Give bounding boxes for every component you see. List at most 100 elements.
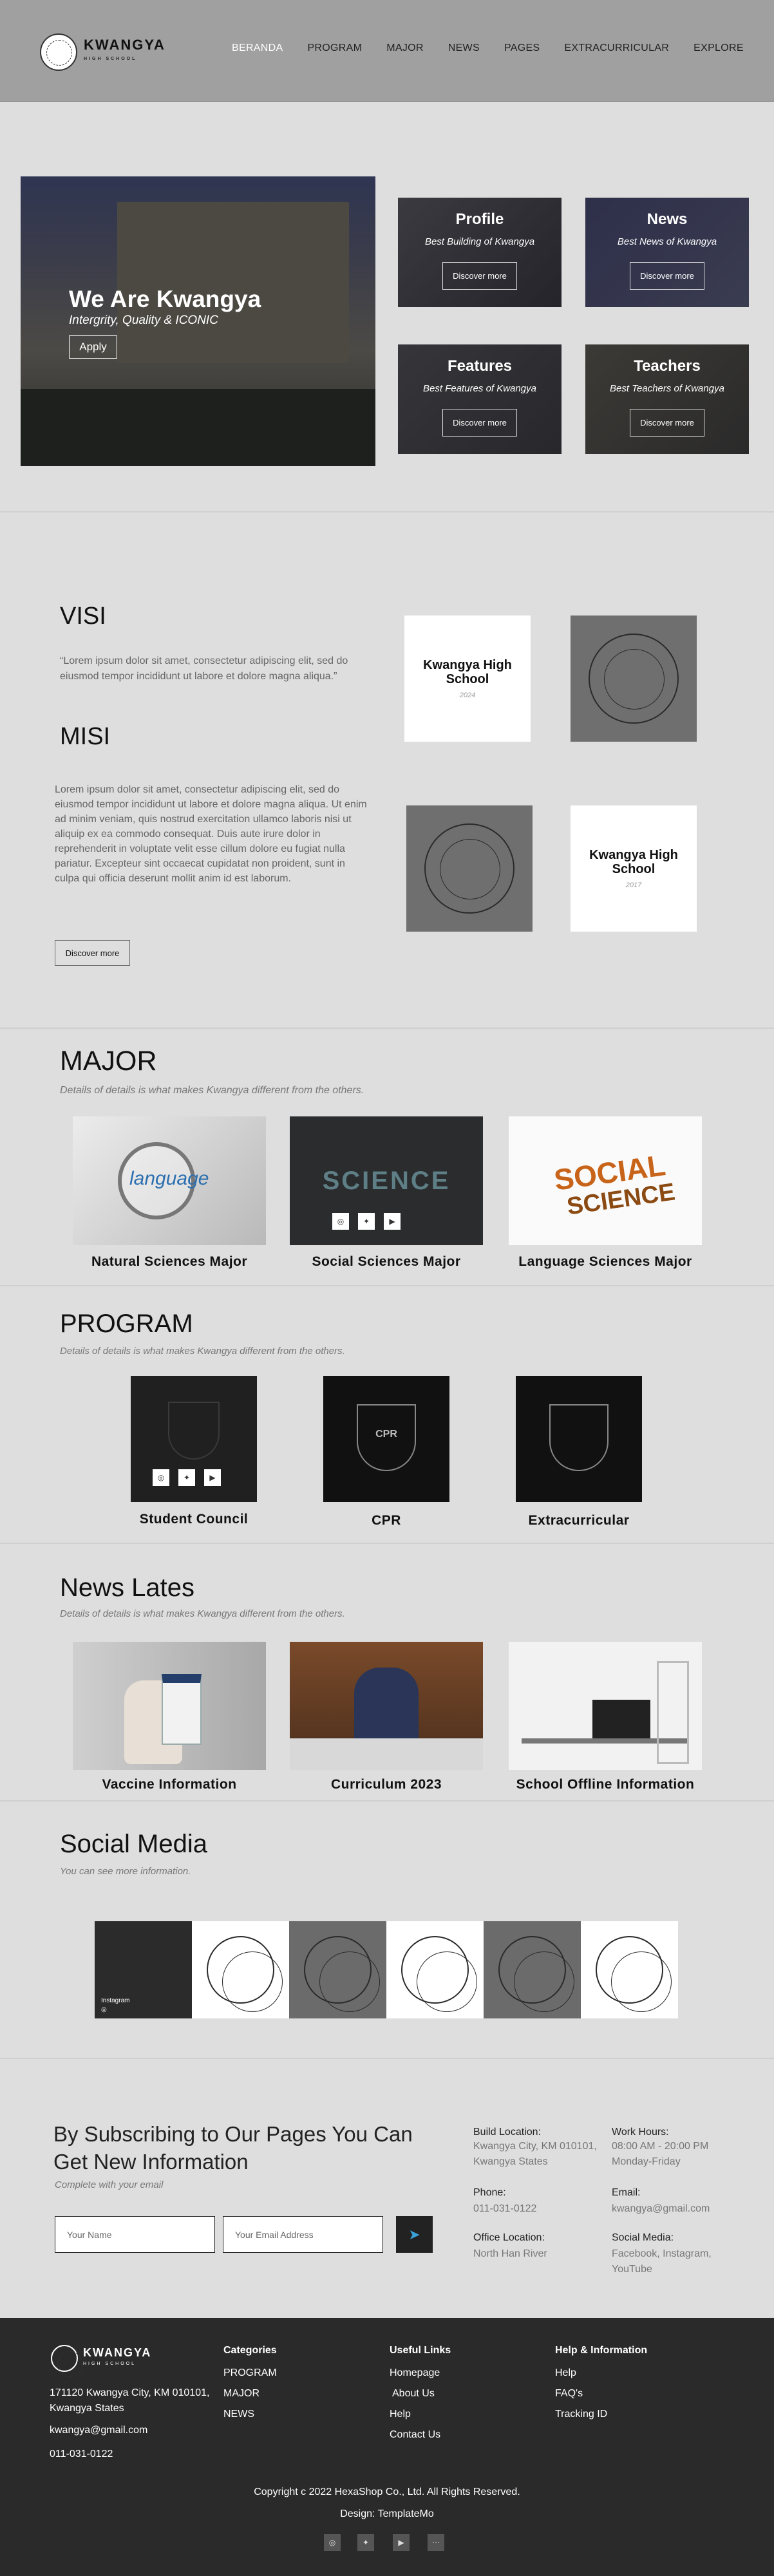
major-label[interactable]: Language Sciences Major	[509, 1254, 702, 1270]
info-label: Phone:	[473, 2187, 506, 2198]
visi-title: VISI	[60, 603, 106, 630]
card-title: Features	[447, 357, 513, 375]
nav-extracurricular[interactable]: EXTRACURRICULAR	[564, 42, 669, 54]
discover-more-button[interactable]: Discover more	[630, 262, 704, 290]
footer-link[interactable]: Homepage	[390, 2363, 440, 2383]
discover-more-button[interactable]: Discover more	[442, 409, 517, 437]
youtube-icon[interactable]: ▶	[384, 1213, 401, 1230]
hero-banner: We Are Kwangya Intergrity, Quality & ICO…	[21, 176, 375, 466]
brand-name: KWANGYA	[83, 2346, 152, 2359]
nav-major[interactable]: MAJOR	[386, 42, 424, 54]
twitter-icon[interactable]: ✦	[358, 1213, 375, 1230]
info-value: Kwangya City, KM 010101, Kwangya States	[473, 2141, 597, 2167]
footer-link[interactable]: Tracking ID	[555, 2404, 607, 2425]
footer-link[interactable]: About Us	[390, 2383, 440, 2404]
student-council-image[interactable]: ◎ ✦ ▶	[131, 1376, 257, 1502]
major-label[interactable]: Social Sciences Major	[290, 1254, 483, 1270]
footer-link[interactable]: FAQ's	[555, 2383, 607, 2404]
footer-email[interactable]: kwangya@gmail.com	[50, 2425, 147, 2436]
monitor-shape	[592, 1700, 650, 1738]
program-section: PROGRAM Details of details is what makes…	[0, 1288, 774, 1544]
science-word: SCIENCE	[322, 1167, 451, 1195]
natural-sciences-image[interactable]: language	[73, 1116, 266, 1245]
social-tile[interactable]	[386, 1921, 484, 2018]
program-label[interactable]: CPR	[323, 1513, 449, 1528]
nav-pages[interactable]: PAGES	[504, 42, 540, 54]
nav-explore[interactable]: EXPLORE	[694, 42, 744, 54]
send-button[interactable]: ➤	[396, 2216, 433, 2253]
tile-year: 2024	[459, 691, 476, 699]
visi-misi-section: VISI “Lorem ipsum dolor sit amet, consec…	[0, 514, 774, 1029]
school-emblem-tile	[406, 805, 533, 932]
twitter-icon[interactable]: ✦	[357, 2534, 374, 2551]
school-emblem-icon	[596, 1936, 672, 2012]
social-sciences-image[interactable]: SCIENCE ◎ ✦ ▶	[290, 1116, 483, 1245]
shield-icon	[168, 1402, 220, 1460]
youtube-icon[interactable]: ▶	[204, 1469, 221, 1486]
school-offline-image[interactable]	[509, 1642, 702, 1770]
footer-link[interactable]: Help	[555, 2363, 607, 2383]
card-title: Profile	[455, 211, 504, 228]
info-label: Office Location:	[473, 2232, 545, 2243]
school-emblem-icon	[401, 1936, 477, 2012]
social-tile[interactable]	[192, 1921, 289, 2018]
footer-col-title: Help & Information	[555, 2345, 648, 2356]
major-label[interactable]: Natural Sciences Major	[73, 1254, 266, 1270]
news-label[interactable]: School Offline Information	[509, 1777, 702, 1792]
discover-more-button[interactable]: Discover more	[442, 262, 517, 290]
social-tile[interactable]	[289, 1921, 386, 2018]
youtube-icon[interactable]: ▶	[393, 2534, 410, 2551]
school-tile-2024: Kwangya High School 2024	[404, 616, 531, 742]
instagram-icon[interactable]: ◎	[332, 1213, 349, 1230]
footer-link[interactable]: Help	[390, 2404, 440, 2425]
twitter-icon[interactable]: ✦	[178, 1469, 195, 1486]
nav-news[interactable]: NEWS	[448, 42, 480, 54]
social-tile[interactable]: Instagram ◎	[95, 1921, 192, 2018]
logo[interactable]: KWANGYA HIGH SCHOOL	[40, 33, 165, 71]
footer-link[interactable]: NEWS	[223, 2404, 277, 2425]
news-label[interactable]: Curriculum 2023	[290, 1777, 483, 1792]
instagram-icon[interactable]: ◎	[153, 1469, 169, 1486]
major-title: MAJOR	[60, 1046, 157, 1076]
card-features: Features Best Features of Kwangya Discov…	[398, 344, 562, 454]
cpr-badge-text: CPR	[375, 1429, 397, 1440]
cpr-image[interactable]: CPR	[323, 1376, 449, 1502]
social-media-section: Social Media You can see more informatio…	[0, 1803, 774, 2059]
program-label[interactable]: Student Council	[118, 1512, 270, 1527]
nav-program[interactable]: PROGRAM	[307, 42, 362, 54]
discover-more-button[interactable]: Discover more	[630, 409, 704, 437]
curriculum-image[interactable]	[290, 1642, 483, 1770]
extracurricular-image[interactable]	[516, 1376, 642, 1502]
apply-button[interactable]: Apply	[69, 335, 117, 359]
instagram-icon[interactable]: ◎	[324, 2534, 341, 2551]
tile-school-name: Kwangya High School	[423, 658, 512, 686]
school-emblem-icon	[589, 634, 679, 724]
footer-link[interactable]: PROGRAM	[223, 2363, 277, 2383]
email-input[interactable]	[223, 2216, 383, 2253]
school-emblem-tile	[571, 616, 697, 742]
vaccine-image[interactable]	[73, 1642, 266, 1770]
news-label[interactable]: Vaccine Information	[73, 1777, 266, 1792]
nav-beranda[interactable]: BERANDA	[232, 42, 283, 54]
major-section: MAJOR Details of details is what makes K…	[0, 1030, 774, 1286]
footer-col-title: Categories	[223, 2345, 277, 2356]
language-sciences-image[interactable]: SOCIAL SCIENCE	[509, 1116, 702, 1245]
footer-link[interactable]: Contact Us	[390, 2425, 440, 2445]
footer-link[interactable]: MAJOR	[223, 2383, 277, 2404]
social-tile[interactable]	[484, 1921, 581, 2018]
program-label[interactable]: Extracurricular	[503, 1513, 655, 1528]
card-subtitle: Best Features of Kwangya	[423, 383, 536, 394]
card-teachers: Teachers Best Teachers of Kwangya Discov…	[585, 344, 749, 454]
news-subtitle: Details of details is what makes Kwangya…	[60, 1608, 345, 1619]
footer-logo[interactable]: KWANGYA HIGH SCHOOL	[51, 2345, 152, 2377]
name-input[interactable]	[55, 2216, 215, 2253]
card-subtitle: Best Building of Kwangya	[424, 236, 535, 247]
shelf-shape	[657, 1661, 689, 1764]
footer-phone: 011-031-0122	[50, 2449, 113, 2459]
misi-title: MISI	[60, 723, 111, 750]
more-icon[interactable]: ⋯	[428, 2534, 444, 2551]
discover-more-button[interactable]: Discover more	[55, 940, 130, 966]
social-tile[interactable]	[581, 1921, 678, 2018]
shield-icon	[549, 1404, 609, 1471]
card-news: News Best News of Kwangya Discover more	[585, 198, 749, 307]
